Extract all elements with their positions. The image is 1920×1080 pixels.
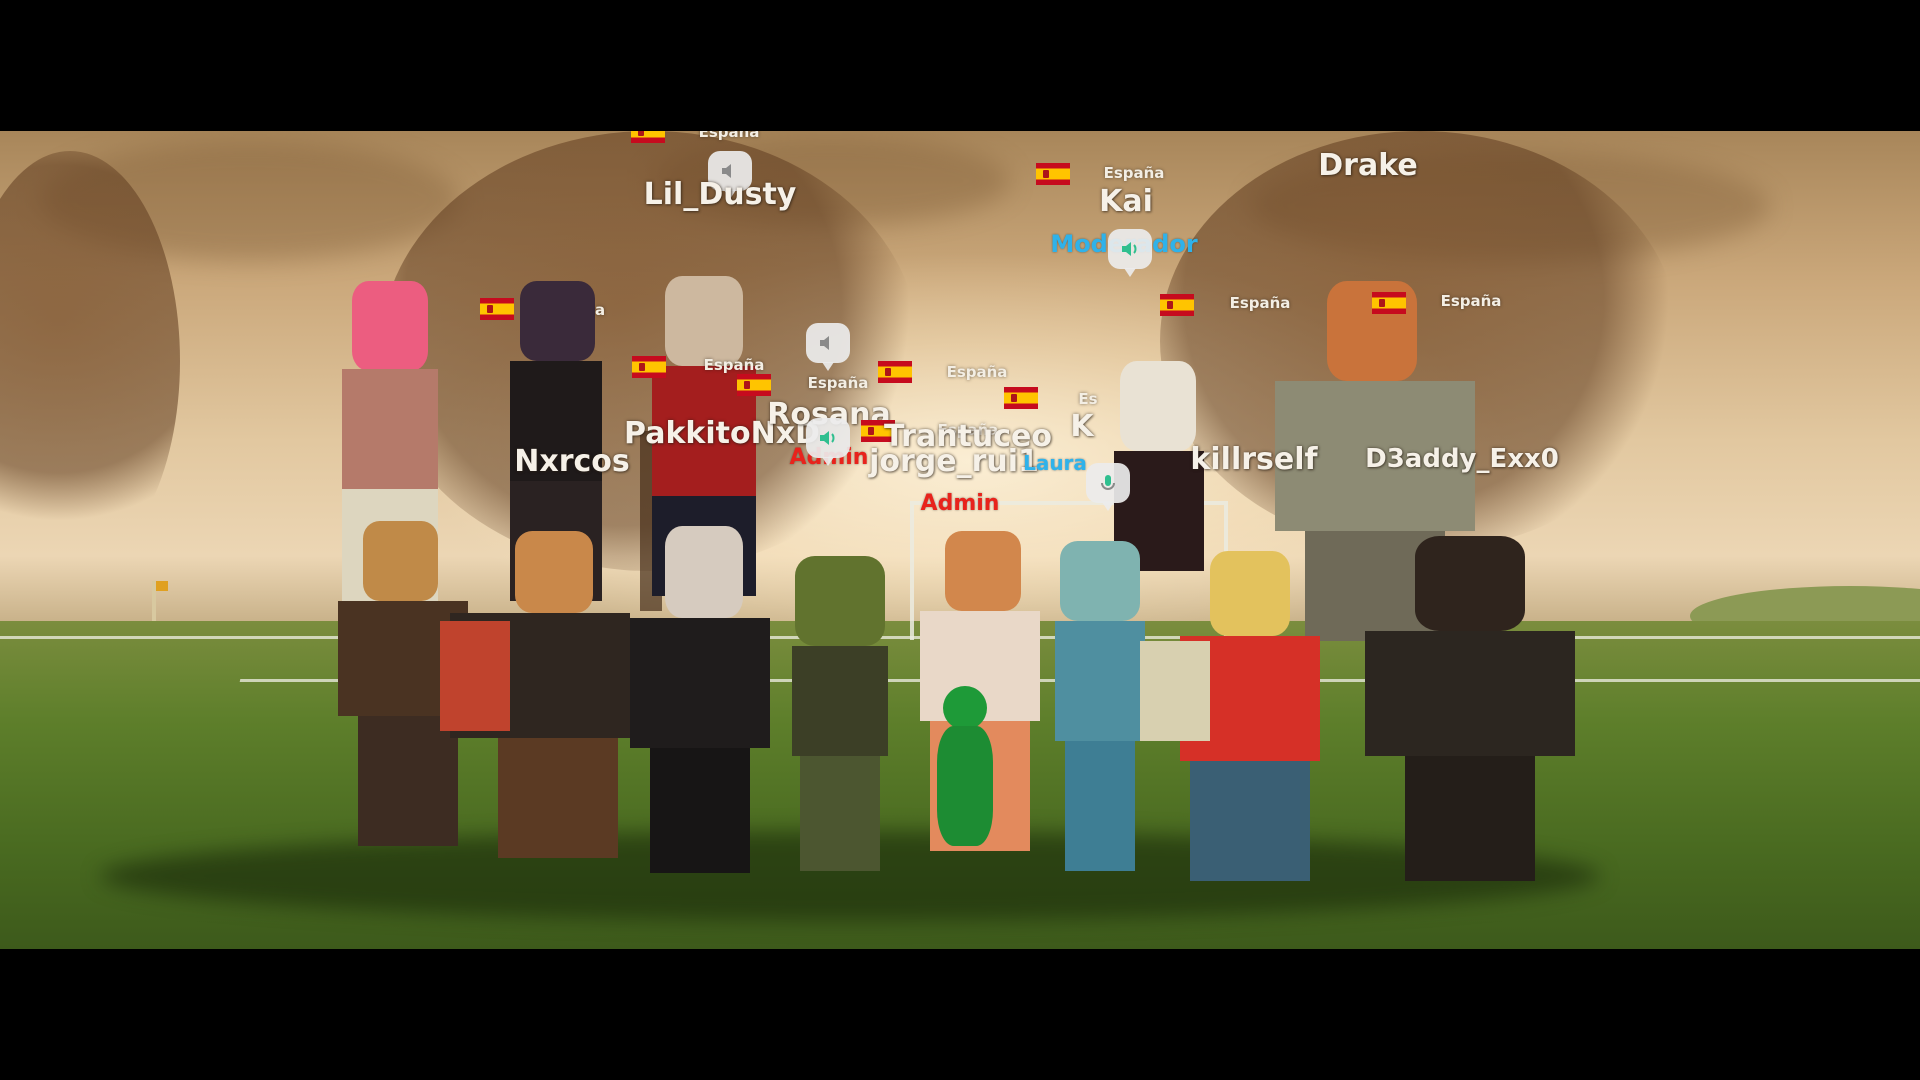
- spain-flag-icon: [1372, 292, 1406, 314]
- speaker-icon[interactable]: [806, 323, 850, 371]
- avatar-front-3[interactable]: [610, 526, 790, 949]
- spain-flag-icon: [632, 356, 666, 378]
- microphone-icon[interactable]: [1086, 463, 1130, 511]
- avatar-legs: [1065, 741, 1135, 871]
- avatar-arm: [440, 621, 510, 731]
- spain-flag-icon: [878, 361, 912, 383]
- speaker-active-icon[interactable]: [1108, 229, 1152, 277]
- avatar-head: [665, 526, 743, 618]
- region-label: España: [946, 363, 1008, 381]
- avatar-torso: [937, 726, 993, 846]
- spain-flag-icon: [1160, 294, 1194, 316]
- avatar-torso: [342, 369, 438, 489]
- nametag-nxrcos: Nxrcos: [514, 444, 630, 479]
- avatar-head: [665, 276, 743, 366]
- region-label: España: [807, 374, 869, 392]
- spain-flag-icon: [737, 374, 771, 396]
- spain-flag-icon: [1004, 387, 1038, 409]
- nametag-k: K: [1070, 409, 1094, 444]
- avatar-legs: [800, 756, 880, 871]
- avatar-arm: [1140, 641, 1210, 741]
- avatar-torso: [792, 646, 888, 756]
- avatar-legs: [498, 738, 618, 858]
- region-label: España: [1103, 164, 1165, 182]
- avatar-head: [352, 281, 428, 371]
- letterbox-bottom: [0, 949, 1920, 1080]
- avatar-head: [795, 556, 885, 646]
- avatar-green-mascot[interactable]: [915, 686, 1015, 886]
- avatar-torso: [1365, 631, 1575, 756]
- region-label: España: [703, 356, 765, 374]
- avatar-classic-noob[interactable]: [1140, 551, 1340, 949]
- spain-flag-icon: [1036, 163, 1070, 185]
- avatar-head: [1120, 361, 1196, 451]
- nametag-kai: Kai: [1099, 184, 1153, 219]
- region-label: Es: [1078, 390, 1098, 408]
- avatar-head: [1210, 551, 1290, 636]
- avatar-head: [1060, 541, 1140, 621]
- corner-flag-icon: [152, 581, 168, 621]
- nametag-jorge: jorge_rui1: [869, 444, 1039, 479]
- avatar-head: [520, 281, 595, 361]
- avatar-legs: [650, 748, 750, 873]
- nametag-killrself: killrself: [1190, 442, 1318, 477]
- avatar-torso: [630, 618, 770, 748]
- nametag-lil-dusty: Lil_Dusty: [643, 177, 797, 212]
- avatar-legs: [1190, 761, 1310, 881]
- region-label: España: [1440, 292, 1502, 310]
- avatar-legs: [1405, 756, 1535, 881]
- nametag-d3addy: D3addy_Exx0: [1365, 444, 1559, 474]
- avatar-head: [1415, 536, 1525, 631]
- region-label: España: [1229, 294, 1291, 312]
- avatar-head: [945, 531, 1021, 611]
- spain-flag-icon: [480, 298, 514, 320]
- speaker-active-icon[interactable]: [806, 418, 850, 466]
- role-admin: Admin: [920, 491, 1000, 516]
- avatar-dino-hood[interactable]: [770, 556, 910, 949]
- letterbox-top: [0, 0, 1920, 131]
- game-viewport[interactable]: España Lil_Dusty España Kai Moderador Dr…: [0, 131, 1920, 949]
- region-label: a: [594, 301, 606, 319]
- nametag-drake: Drake: [1318, 148, 1418, 183]
- spain-flag-icon: [631, 131, 665, 143]
- region-label: España: [698, 131, 760, 141]
- avatar-samurai[interactable]: [1345, 536, 1605, 949]
- role-fragment: Laura: [1023, 451, 1087, 475]
- avatar-torso: [1055, 621, 1145, 741]
- avatar-head: [515, 531, 593, 613]
- avatar-head: [943, 686, 987, 730]
- avatar-head: [363, 521, 438, 601]
